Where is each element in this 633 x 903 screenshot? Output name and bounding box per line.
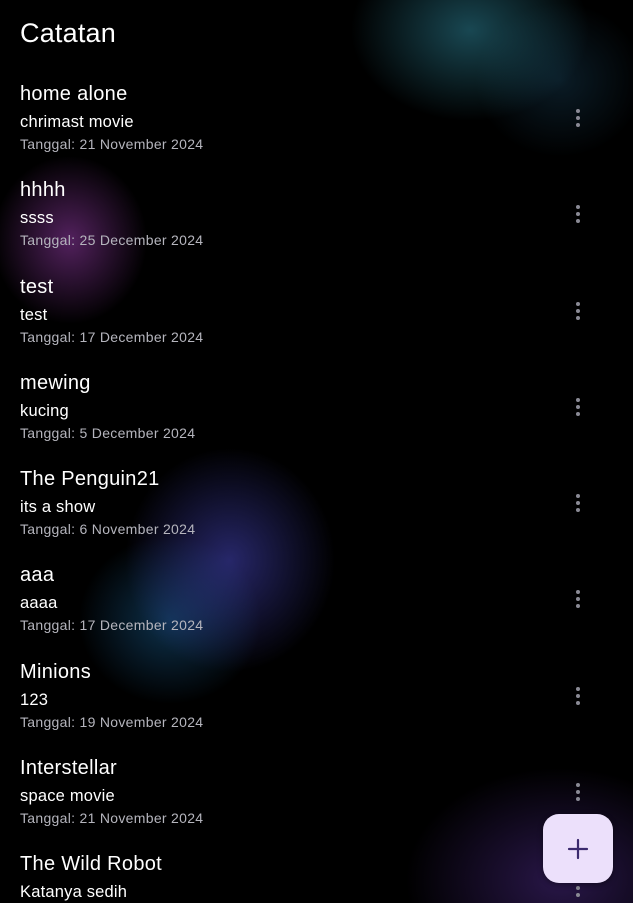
more-vertical-icon [576, 109, 580, 127]
note-date: Tanggal: 5 December 2024 [20, 424, 196, 441]
note-subtitle: 123 [20, 690, 49, 709]
more-vertical-icon [576, 686, 580, 705]
note-menu-button[interactable] [566, 684, 590, 708]
note-item[interactable]: test test Tanggal: 17 December 2024 [0, 263, 633, 359]
more-vertical-icon [576, 494, 580, 513]
note-item[interactable]: aaa aaaa Tanggal: 17 December 2024 [0, 551, 633, 647]
note-title: home alone [20, 83, 128, 105]
more-vertical-icon [576, 590, 580, 609]
note-date: Tanggal: 21 November 2024 [20, 810, 204, 827]
note-item[interactable]: mewing kucing Tanggal: 5 December 2024 [0, 359, 633, 455]
note-title: Minions [20, 660, 92, 683]
plus-icon [567, 838, 589, 859]
note-date: Tanggal: 6 November 2024 [20, 521, 196, 538]
note-menu-button[interactable] [566, 395, 590, 419]
note-title: The Wild Robot [20, 853, 163, 876]
note-item[interactable]: Interstellar space movie Tanggal: 21 Nov… [0, 744, 633, 840]
note-subtitle: kucing [20, 401, 69, 420]
note-subtitle: test [20, 305, 48, 324]
note-subtitle: ssss [20, 209, 54, 228]
more-vertical-icon [576, 205, 580, 224]
note-date: Tanggal: 17 December 2024 [20, 328, 204, 345]
note-menu-button[interactable] [566, 491, 590, 515]
note-date: Tanggal: 19 November 2024 [20, 713, 204, 730]
note-item[interactable]: The Wild Robot Katanya sedih [0, 840, 633, 903]
more-vertical-icon [576, 301, 580, 320]
notes-list[interactable]: home alone chrimast movie Tanggal: 21 No… [0, 70, 633, 903]
note-item[interactable]: hhhh ssss Tanggal: 25 December 2024 [0, 166, 633, 262]
note-menu-button[interactable] [566, 106, 590, 130]
more-vertical-icon [576, 783, 580, 802]
add-note-button[interactable] [543, 814, 613, 883]
note-title: aaa [20, 564, 55, 587]
note-item[interactable]: The Penguin21 its a show Tanggal: 6 Nove… [0, 455, 633, 551]
note-subtitle: space movie [20, 787, 115, 806]
note-subtitle: chrimast movie [20, 113, 134, 131]
note-title: mewing [20, 371, 91, 394]
note-item[interactable]: home alone chrimast movie Tanggal: 21 No… [0, 70, 633, 166]
note-title: hhhh [20, 179, 66, 202]
page-title: Catatan [20, 18, 116, 48]
note-date: Tanggal: 17 December 2024 [20, 617, 204, 634]
more-vertical-icon [576, 397, 580, 416]
note-title: test [20, 275, 54, 298]
note-subtitle: Katanya sedih [20, 883, 128, 902]
note-title: Interstellar [20, 757, 117, 780]
note-menu-button[interactable] [566, 587, 590, 611]
note-menu-button[interactable] [566, 202, 590, 226]
note-subtitle: its a show [20, 498, 96, 517]
note-item[interactable]: Minions 123 Tanggal: 19 November 2024 [0, 648, 633, 744]
note-date: Tanggal: 25 December 2024 [20, 232, 204, 249]
note-menu-button[interactable] [566, 780, 590, 804]
note-title: The Penguin21 [20, 468, 160, 491]
note-date: Tanggal: 21 November 2024 [20, 136, 204, 152]
note-subtitle: aaaa [20, 594, 58, 613]
note-menu-button[interactable] [566, 299, 590, 323]
